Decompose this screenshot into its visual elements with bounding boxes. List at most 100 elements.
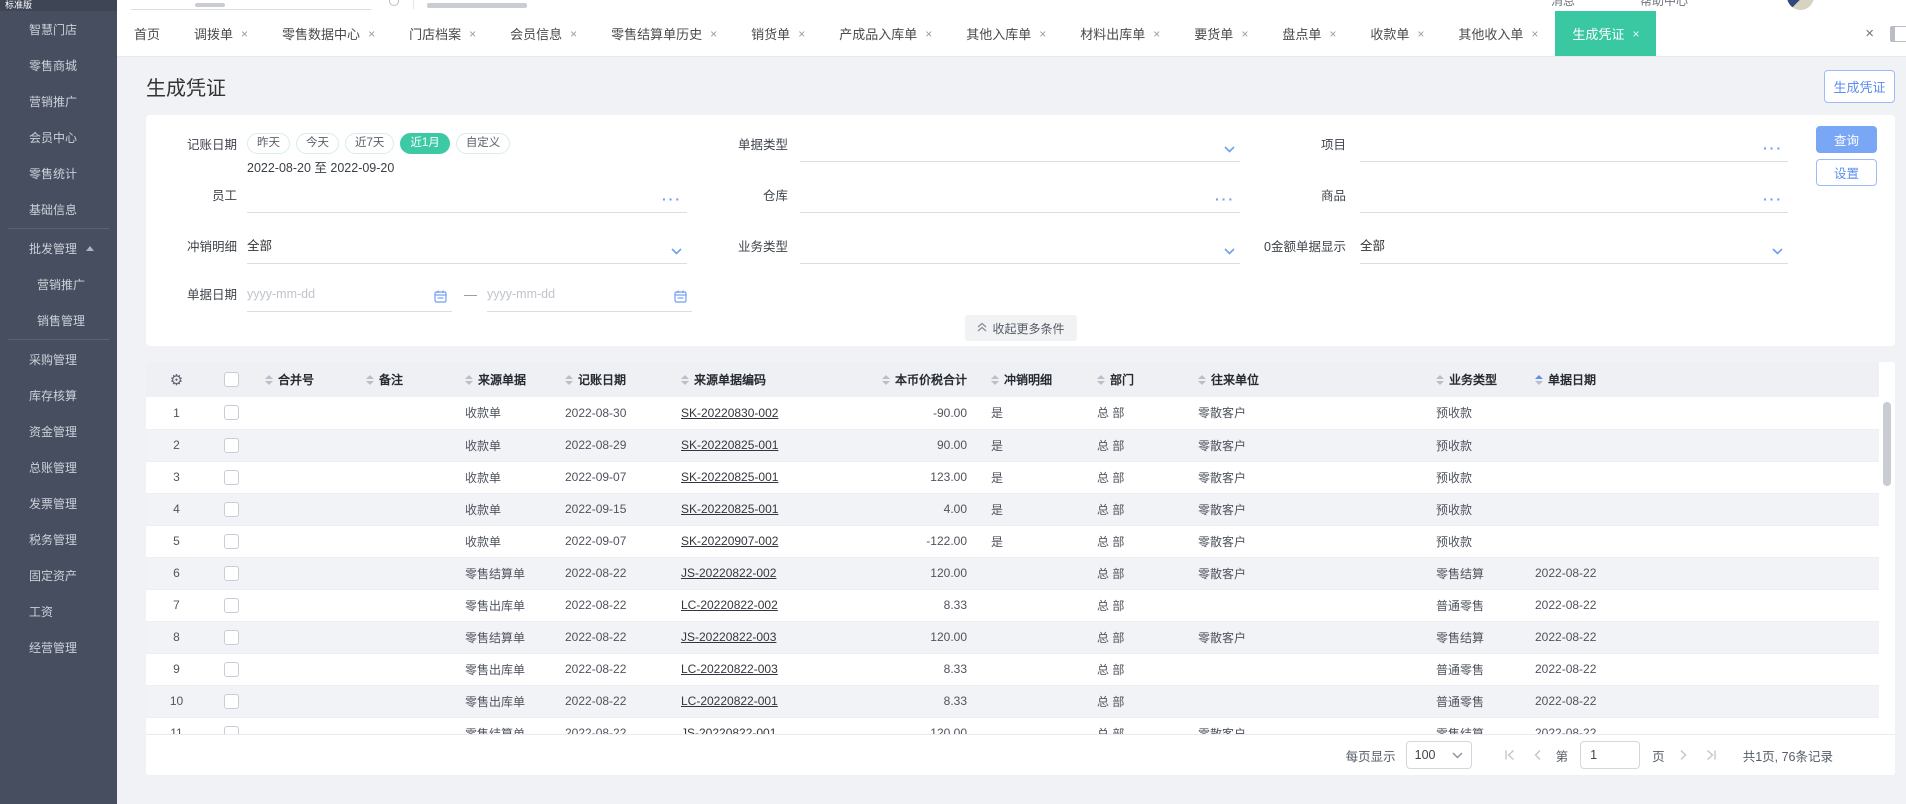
table-row-9[interactable]: 9 零售出库单 2022-08-22 LC-20220822-003 8.33 总 部普通…	[146, 653, 1879, 686]
source-doc-code-link[interactable]: SK-20220907-002	[681, 534, 778, 548]
page-size-select[interactable]: 100	[1405, 741, 1472, 769]
page-number-input[interactable]: 1	[1580, 741, 1641, 769]
column-header-code[interactable]: 来源单据编码	[671, 371, 805, 388]
tab-close-icon[interactable]: ×	[469, 27, 476, 41]
sidebar-item-13[interactable]: 发票管理	[0, 485, 117, 521]
source-doc-code-link[interactable]: SK-20220825-001	[681, 438, 778, 452]
quick-date-option-4[interactable]: 自定义	[455, 133, 511, 154]
tab-list-icon[interactable]	[1890, 25, 1906, 42]
tab-close-icon[interactable]: ×	[925, 27, 932, 41]
table-row-10[interactable]: 10 零售出库单 2022-08-22 LC-20220822-001 8.33 总 部普…	[146, 685, 1879, 718]
row-checkbox[interactable]	[223, 469, 239, 485]
generate-voucher-button[interactable]: 生成凭证	[1824, 69, 1895, 103]
source-doc-code-link[interactable]: SK-20220830-002	[681, 406, 778, 420]
sidebar-item-11[interactable]: 资金管理	[0, 413, 117, 449]
ellipsis-icon[interactable]: ···	[1763, 192, 1783, 206]
sidebar-item-1[interactable]: 零售商城	[0, 47, 117, 83]
doc-date-from-input[interactable]: yyyy-mm-dd	[247, 279, 452, 312]
tab-close-icon[interactable]: ×	[1039, 27, 1046, 41]
sidebar-item-15[interactable]: 固定资产	[0, 557, 117, 593]
sort-carets-icon[interactable]	[1436, 374, 1444, 385]
sort-carets-icon[interactable]	[1198, 374, 1206, 385]
column-header-book_date[interactable]: 记账日期	[555, 371, 671, 388]
vertical-scrollbar-thumb[interactable]	[1883, 402, 1891, 486]
sidebar-item-2[interactable]: 营销推广	[0, 83, 117, 119]
project-picker[interactable]: ···	[1360, 129, 1788, 162]
row-checkbox[interactable]	[223, 725, 239, 734]
source-doc-code-link[interactable]: JS-20220822-001	[681, 726, 776, 734]
tab-close-icon[interactable]: ×	[1153, 27, 1160, 41]
doc-date-to-input[interactable]: yyyy-mm-dd	[487, 279, 692, 312]
source-doc-code-link[interactable]: LC-20220822-001	[681, 694, 778, 708]
row-checkbox[interactable]	[223, 533, 239, 549]
query-button[interactable]: 查询	[1816, 126, 1877, 153]
column-header-biz[interactable]: 业务类型	[1426, 371, 1525, 388]
next-page-button[interactable]	[1676, 748, 1690, 762]
sidebar-item-6[interactable]: 批发管理	[0, 230, 117, 266]
tab-10[interactable]: 要货单 ×	[1177, 11, 1265, 56]
tab-5[interactable]: 零售结算单历史 ×	[594, 11, 734, 56]
table-row-7[interactable]: 7 零售出库单 2022-08-22 LC-20220822-002 8.33 总 部普通…	[146, 589, 1879, 622]
row-checkbox[interactable]	[223, 597, 239, 613]
source-doc-code-link[interactable]: LC-20220822-002	[681, 598, 778, 612]
tab-11[interactable]: 盘点单 ×	[1265, 11, 1353, 56]
sidebar-item-12[interactable]: 总账管理	[0, 449, 117, 485]
tab-close-icon[interactable]: ×	[798, 27, 805, 41]
tab-6[interactable]: 销货单 ×	[734, 11, 822, 56]
table-row-1[interactable]: 1 收款单 2022-08-30 SK-20220830-002 -90.00 是总 部零…	[146, 397, 1879, 430]
quick-date-option-3[interactable]: 近1月	[400, 133, 450, 154]
sidebar-item-5[interactable]: 基础信息	[0, 191, 117, 227]
source-doc-code-link[interactable]: SK-20220825-001	[681, 470, 778, 484]
sort-carets-icon[interactable]	[565, 374, 573, 385]
tab-close-icon[interactable]: ×	[1329, 27, 1336, 41]
sort-carets-icon[interactable]	[265, 374, 273, 385]
goods-picker[interactable]: ···	[1360, 180, 1788, 213]
quick-date-option-1[interactable]: 今天	[296, 133, 339, 154]
tab-7[interactable]: 产成品入库单 ×	[822, 11, 949, 56]
tab-8[interactable]: 其他入库单 ×	[949, 11, 1063, 56]
collapse-conditions-button[interactable]: 收起更多条件	[965, 315, 1077, 341]
row-checkbox[interactable]	[223, 501, 239, 517]
column-header-amount[interactable]: 本币价税合计	[805, 371, 981, 388]
tab-close-icon[interactable]: ×	[710, 27, 717, 41]
column-header-partner[interactable]: 往来单位	[1188, 371, 1426, 388]
tab-12[interactable]: 收款单 ×	[1353, 11, 1441, 56]
chevron-down-icon[interactable]	[1772, 245, 1783, 258]
tab-3[interactable]: 门店档案 ×	[392, 11, 493, 56]
tab-1[interactable]: 调拨单 ×	[177, 11, 265, 56]
row-checkbox[interactable]	[223, 693, 239, 709]
tab-4[interactable]: 会员信息 ×	[493, 11, 594, 56]
help-circle-icon[interactable]	[389, 0, 399, 6]
sidebar-item-17[interactable]: 经营管理	[0, 629, 117, 665]
table-row-6[interactable]: 6 零售结算单 2022-08-22 JS-20220822-002 120.00 总 部…	[146, 557, 1879, 590]
search-input[interactable]	[131, 9, 371, 10]
sidebar-item-14[interactable]: 税务管理	[0, 521, 117, 557]
tab-active-14[interactable]: 生成凭证 ×	[1555, 11, 1657, 56]
tab-close-icon[interactable]: ×	[1632, 27, 1639, 41]
sort-carets-icon[interactable]	[681, 374, 689, 385]
messages-link[interactable]: 消息	[1551, 0, 1575, 11]
table-row-5[interactable]: 5 收款单 2022-09-07 SK-20220907-002 -122.00 是总 部…	[146, 525, 1879, 558]
source-doc-code-link[interactable]: LC-20220822-003	[681, 662, 778, 676]
table-row-4[interactable]: 4 收款单 2022-09-15 SK-20220825-001 4.00 是总 部零散客…	[146, 493, 1879, 526]
calendar-icon[interactable]	[674, 290, 687, 306]
tab-close-icon[interactable]: ×	[368, 27, 375, 41]
sidebar-item-4[interactable]: 零售统计	[0, 155, 117, 191]
column-header-source[interactable]: 来源单据	[455, 371, 555, 388]
last-page-button[interactable]	[1704, 748, 1718, 762]
close-all-tabs-button[interactable]: ×	[1849, 25, 1890, 42]
sort-carets-icon[interactable]	[465, 374, 473, 385]
prev-page-button[interactable]	[1531, 748, 1545, 762]
tab-close-icon[interactable]: ×	[1531, 27, 1538, 41]
row-checkbox[interactable]	[223, 629, 239, 645]
column-header-writeoff[interactable]: 冲销明细	[981, 371, 1087, 388]
tab-0[interactable]: 首页	[117, 11, 177, 56]
quick-date-option-0[interactable]: 昨天	[247, 133, 290, 154]
settings-button[interactable]: 设置	[1816, 159, 1877, 186]
source-doc-code-link[interactable]: SK-20220825-001	[681, 502, 778, 516]
sort-carets-icon[interactable]	[366, 374, 374, 385]
sort-carets-icon[interactable]	[881, 374, 890, 385]
sidebar-item-9[interactable]: 采购管理	[0, 341, 117, 377]
row-checkbox[interactable]	[223, 437, 239, 453]
sort-carets-icon[interactable]	[991, 374, 999, 385]
